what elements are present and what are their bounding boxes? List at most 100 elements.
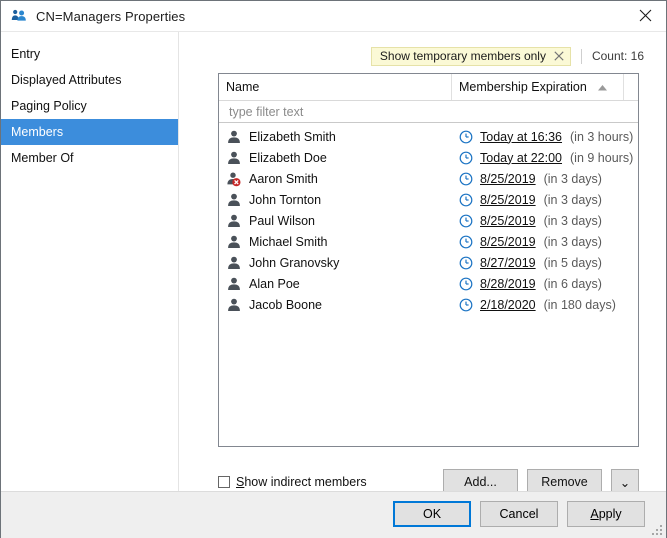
cell-expiration: 8/27/2019 (in 5 days) <box>452 256 638 270</box>
clock-icon <box>459 298 473 312</box>
user-icon <box>226 192 242 208</box>
label-rest: pply <box>599 507 622 521</box>
expiration-relative: (in 9 hours) <box>570 151 633 165</box>
close-icon[interactable] <box>625 1 666 30</box>
expiration-relative: (in 5 days) <box>544 256 602 270</box>
sidebar-item-member-of[interactable]: Member Of <box>1 145 178 171</box>
sidebar-item-label: Members <box>11 125 63 139</box>
cell-expiration: Today at 22:00 (in 9 hours) <box>452 151 638 165</box>
expiration-relative: (in 3 hours) <box>570 130 633 144</box>
sidebar-item-label: Paging Policy <box>11 99 87 113</box>
expiration-date[interactable]: 8/27/2019 <box>480 256 536 270</box>
accelerator-letter: A <box>590 507 598 521</box>
table-row[interactable]: Michael Smith 8/25/2019 (in 3 days) <box>219 231 638 252</box>
show-indirect-members-label: Show indirect members <box>236 475 367 489</box>
cell-expiration: 8/25/2019 (in 3 days) <box>452 172 638 186</box>
clock-icon <box>459 256 473 270</box>
sidebar-item-label: Member Of <box>11 151 74 165</box>
expiration-date[interactable]: Today at 22:00 <box>480 151 562 165</box>
member-name: Elizabeth Smith <box>249 130 336 144</box>
sidebar-item-label: Entry <box>11 47 40 61</box>
cell-expiration: 8/28/2019 (in 6 days) <box>452 277 638 291</box>
filter-banner: Show temporary members only Count: 16 <box>179 46 644 66</box>
expiration-date[interactable]: 8/25/2019 <box>480 235 536 249</box>
clock-icon <box>459 235 473 249</box>
dialog-body: Entry Displayed Attributes Paging Policy… <box>1 32 666 491</box>
column-header-name[interactable]: Name <box>219 74 452 100</box>
clock-icon <box>459 130 473 144</box>
cell-name: Elizabeth Smith <box>219 129 452 145</box>
properties-dialog: CN=Managers Properties Entry Displayed A… <box>0 0 667 538</box>
cell-name: Elizabeth Doe <box>219 150 452 166</box>
member-count-label: Count: 16 <box>592 49 644 63</box>
user-icon <box>226 297 242 313</box>
cell-name: Jacob Boone <box>219 297 452 313</box>
cell-expiration: 2/18/2020 (in 180 days) <box>452 298 638 312</box>
clock-icon <box>459 193 473 207</box>
expiration-date[interactable]: 8/25/2019 <box>480 172 536 186</box>
show-indirect-members-checkbox[interactable] <box>218 476 230 488</box>
cell-name: Paul Wilson <box>219 213 452 229</box>
table-row[interactable]: John Tornton 8/25/2019 (in 3 days) <box>219 189 638 210</box>
sidebar-item-paging-policy[interactable]: Paging Policy <box>1 93 178 119</box>
sidebar-item-entry[interactable]: Entry <box>1 41 178 67</box>
column-header-spacer <box>624 74 638 100</box>
resize-grip[interactable] <box>652 525 663 536</box>
user-icon <box>226 234 242 250</box>
column-header-label: Membership Expiration <box>459 80 587 94</box>
title-bar: CN=Managers Properties <box>1 1 666 32</box>
footer-buttons: OK Cancel Apply <box>393 501 645 527</box>
user-icon <box>226 129 242 145</box>
table-row[interactable]: Alan Poe 8/28/2019 (in 6 days) <box>219 273 638 294</box>
clear-filter-icon[interactable] <box>553 50 565 62</box>
cancel-button[interactable]: Cancel <box>480 501 558 527</box>
member-name: Paul Wilson <box>249 214 315 228</box>
member-name: Aaron Smith <box>249 172 318 186</box>
expiration-date[interactable]: 2/18/2020 <box>480 298 536 312</box>
expiration-relative: (in 3 days) <box>544 214 602 228</box>
clock-icon <box>459 214 473 228</box>
expiration-relative: (in 180 days) <box>544 298 616 312</box>
cell-expiration: Today at 16:36 (in 3 hours) <box>452 130 638 144</box>
table-row[interactable]: Aaron Smith 8/25/2019 (in 3 days) <box>219 168 638 189</box>
cell-name: John Tornton <box>219 192 452 208</box>
temporary-members-filter-chip[interactable]: Show temporary members only <box>371 47 571 66</box>
table-row[interactable]: Paul Wilson 8/25/2019 (in 3 days) <box>219 210 638 231</box>
cell-expiration: 8/25/2019 (in 3 days) <box>452 235 638 249</box>
member-name: Michael Smith <box>249 235 328 249</box>
sidebar-item-label: Displayed Attributes <box>11 73 121 87</box>
sort-ascending-icon <box>598 80 607 94</box>
column-header-membership-expiration[interactable]: Membership Expiration <box>452 74 624 100</box>
cell-name: Alan Poe <box>219 276 452 292</box>
user-icon <box>226 213 242 229</box>
member-name: Jacob Boone <box>249 298 322 312</box>
cell-name: Aaron Smith <box>219 171 452 187</box>
sidebar-item-displayed-attributes[interactable]: Displayed Attributes <box>1 67 178 93</box>
member-name: John Granovsky <box>249 256 339 270</box>
members-panel: Show temporary members only Count: 16 Na… <box>179 32 666 491</box>
cell-expiration: 8/25/2019 (in 3 days) <box>452 214 638 228</box>
table-body: Elizabeth Smith Today at 16:36 (in 3 hou… <box>219 123 638 315</box>
expiration-date[interactable]: 8/28/2019 <box>480 277 536 291</box>
member-name: Alan Poe <box>249 277 300 291</box>
ok-button[interactable]: OK <box>393 501 471 527</box>
member-name: Elizabeth Doe <box>249 151 327 165</box>
window-title: CN=Managers Properties <box>36 9 185 24</box>
label-rest: how indirect members <box>244 475 366 489</box>
expiration-date[interactable]: Today at 16:36 <box>480 130 562 144</box>
table-row[interactable]: Elizabeth Doe Today at 22:00 (in 9 hours… <box>219 147 638 168</box>
cell-name: John Granovsky <box>219 255 452 271</box>
expiration-date[interactable]: 8/25/2019 <box>480 214 536 228</box>
sidebar: Entry Displayed Attributes Paging Policy… <box>1 32 179 491</box>
apply-button[interactable]: Apply <box>567 501 645 527</box>
user-icon <box>226 150 242 166</box>
table-row[interactable]: Jacob Boone 2/18/2020 (in 180 days) <box>219 294 638 315</box>
sidebar-item-members[interactable]: Members <box>1 119 178 145</box>
table-filter-placeholder: type filter text <box>229 105 303 119</box>
table-row[interactable]: John Granovsky 8/27/2019 (in 5 days) <box>219 252 638 273</box>
user-icon <box>226 255 242 271</box>
table-row[interactable]: Elizabeth Smith Today at 16:36 (in 3 hou… <box>219 126 638 147</box>
table-filter-input[interactable]: type filter text <box>219 101 638 123</box>
cell-expiration: 8/25/2019 (in 3 days) <box>452 193 638 207</box>
expiration-date[interactable]: 8/25/2019 <box>480 193 536 207</box>
